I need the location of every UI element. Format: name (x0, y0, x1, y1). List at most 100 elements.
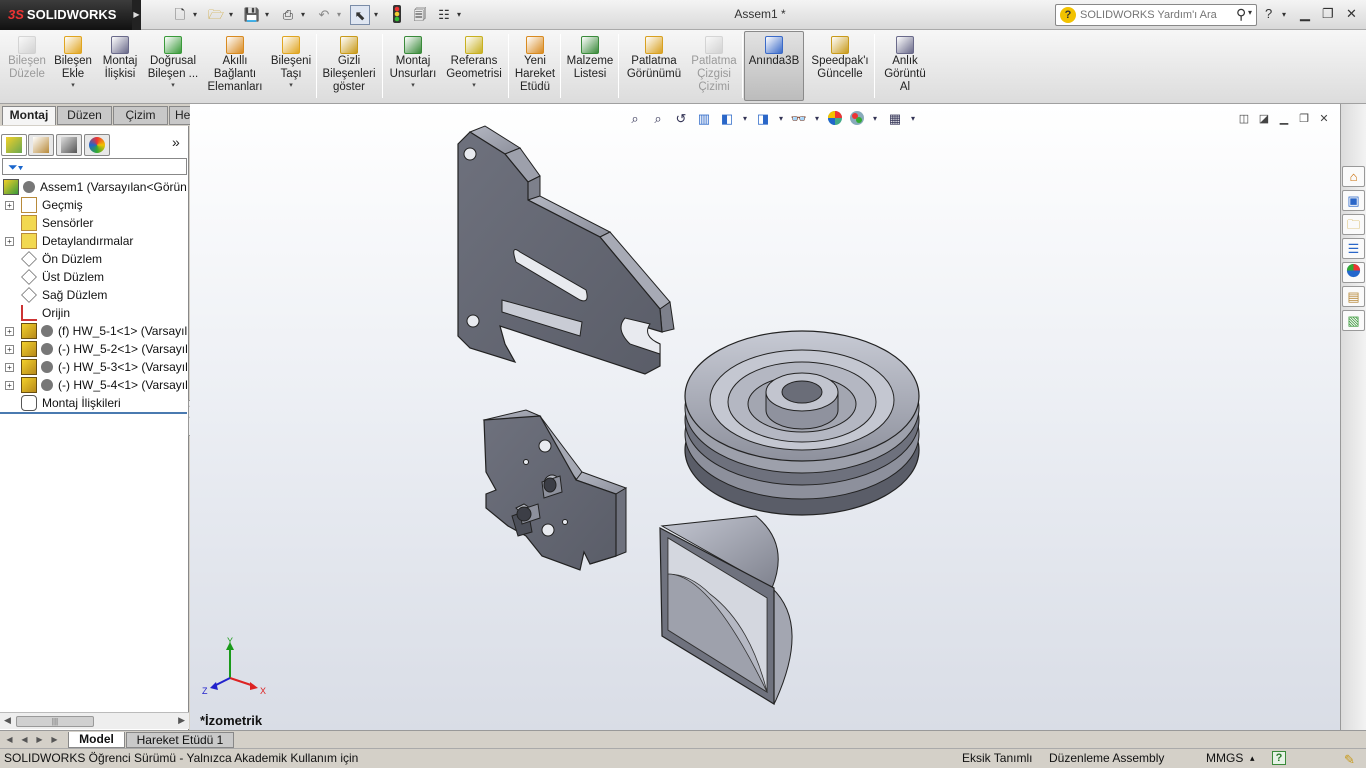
ribbon-button-1[interactable]: Bileşen Ekle ▾ (52, 32, 94, 102)
minimize-icon[interactable]: ▁ (1300, 6, 1310, 22)
menu-flyout-arrow-icon[interactable]: ▶ (132, 0, 141, 30)
close-icon[interactable]: ✕ (1346, 6, 1357, 22)
expand-toggle-icon[interactable]: + (5, 345, 14, 354)
quick-tips-help-icon[interactable]: ? (1272, 751, 1286, 765)
ribbon-button-1-dropdown-icon[interactable]: ▾ (52, 81, 94, 91)
part-hw5-2-pulley[interactable] (684, 330, 920, 516)
ribbon-button-6[interactable]: Gizli Bileşenleri göster (318, 32, 380, 102)
search-dropdown-icon[interactable]: ▾ (1248, 8, 1252, 17)
tab-motion-study-1[interactable]: Hareket Etüdü 1 (126, 732, 234, 748)
select-pointer-icon[interactable]: ⬉ (350, 5, 370, 25)
help-search-input[interactable] (1080, 7, 1230, 23)
ribbon-button-10[interactable]: Malzeme Listesi (562, 32, 618, 102)
feature-tree-tab[interactable] (1, 134, 27, 156)
solidworks-logo[interactable]: 3S SOLIDWORKS (0, 0, 132, 30)
tab-first-icon[interactable]: ◀ (3, 733, 16, 746)
tab-duzen[interactable]: Düzen (57, 106, 112, 125)
tree-rollback-bar[interactable] (0, 412, 187, 414)
expand-toggle-icon[interactable]: + (5, 237, 14, 246)
save-dropdown-icon[interactable]: ▾ (262, 5, 272, 25)
expand-toggle-icon[interactable]: + (5, 201, 14, 210)
tree-item[interactable]: Sağ Düzlem (0, 286, 187, 304)
open-dropdown-icon[interactable]: ▾ (226, 5, 236, 25)
open-folder-icon[interactable]: 🗁 (206, 5, 226, 25)
expand-panel-icon[interactable]: » (172, 134, 180, 150)
tree-item[interactable]: Ön Düzlem (0, 250, 187, 268)
graphics-area[interactable]: ⌕ ⌕ ↺ ▥ ◧ ▾ ◨ ▾ 👓 ▾ ▾ ▦ ▾ ◫ ◪ ▁ ❐ ✕ Y X … (190, 104, 1340, 730)
tree-item[interactable]: Orijin (0, 304, 187, 322)
design-library-icon[interactable]: ▣ (1342, 190, 1365, 211)
undo-dropdown-icon[interactable]: ▾ (334, 5, 344, 25)
tree-root-assembly[interactable]: Assem1 (Varsayılan<Görünt (0, 178, 187, 196)
ribbon-button-0[interactable]: Bileşen Düzele (4, 32, 50, 102)
tree-item[interactable]: + (-) HW_5-4<1> (Varsayıl (0, 376, 187, 394)
tab-last-icon[interactable]: ▶ (48, 733, 61, 746)
scroll-right-icon[interactable]: ▶ (178, 715, 185, 726)
tree-item[interactable]: + (f) HW_5-1<1> (Varsayıla (0, 322, 187, 340)
tab-next-icon[interactable]: ▶ (33, 733, 46, 746)
ribbon-button-15[interactable]: Anlık Görüntü Al (876, 32, 934, 102)
ribbon-button-3-dropdown-icon[interactable]: ▾ (146, 81, 200, 91)
ribbon-button-8[interactable]: Referans Geometrisi ▾ (442, 32, 506, 102)
select-dropdown-icon[interactable]: ▾ (371, 5, 381, 25)
help-search-box[interactable]: ? ⚲ ▾ (1055, 4, 1257, 26)
part-hw5-4-transition-duct[interactable] (659, 515, 793, 706)
help-menu-icon[interactable]: ? (1265, 6, 1272, 21)
expand-toggle-icon[interactable]: + (5, 363, 14, 372)
appearances-scenes-icon[interactable] (1342, 262, 1365, 283)
configuration-manager-tab[interactable] (56, 134, 82, 156)
display-manager-tab[interactable] (84, 134, 110, 156)
options-icon[interactable]: ☷ (434, 5, 454, 25)
status-units[interactable]: MMGS (1206, 749, 1243, 768)
print-dropdown-icon[interactable]: ▾ (298, 5, 308, 25)
tree-item[interactable]: + (-) HW_5-3<1> (Varsayıl (0, 358, 187, 376)
solidworks-forum-icon[interactable]: ▧ (1342, 310, 1365, 331)
tab-model[interactable]: Model (68, 732, 125, 748)
model-canvas[interactable] (190, 104, 1340, 730)
tree-filter-box[interactable]: ⏷▾ (2, 158, 187, 175)
tree-item[interactable]: + Geçmiş (0, 196, 187, 214)
ribbon-button-8-dropdown-icon[interactable]: ▾ (442, 81, 506, 91)
rebuild-notification-icon[interactable]: ✎ (1344, 750, 1355, 768)
help-dropdown-icon[interactable]: ▾ (1282, 10, 1286, 19)
save-icon[interactable]: 💾 (242, 5, 262, 25)
tree-item[interactable]: + (-) HW_5-2<1> (Varsayıl (0, 340, 187, 358)
rebuild-traffic-light-icon[interactable] (388, 5, 406, 25)
scroll-thumb[interactable]: ||| (16, 716, 94, 727)
undo-icon[interactable]: ↶ (314, 5, 334, 25)
ribbon-button-13[interactable]: Anında3B (744, 31, 804, 101)
ribbon-button-7-dropdown-icon[interactable]: ▾ (386, 81, 440, 91)
tree-item[interactable]: Üst Düzlem (0, 268, 187, 286)
ribbon-button-3[interactable]: Doğrusal Bileşen ... ▾ (146, 32, 200, 102)
ribbon-button-5-dropdown-icon[interactable]: ▾ (268, 81, 314, 91)
scroll-left-icon[interactable]: ◀ (4, 715, 11, 726)
tab-cizim[interactable]: Çizim (113, 106, 168, 125)
ribbon-button-11[interactable]: Patlatma Görünümü (622, 32, 686, 102)
part-hw5-1-bracket[interactable] (457, 125, 675, 375)
tab-montaj[interactable]: Montaj (2, 106, 56, 125)
tree-item[interactable]: Sensörler (0, 214, 187, 232)
property-manager-tab[interactable] (28, 134, 54, 156)
file-explorer-icon[interactable]: 🗀 (1342, 214, 1365, 235)
options-dropdown-icon[interactable]: ▾ (454, 5, 464, 25)
ribbon-button-5[interactable]: Bileşeni Taşı ▾ (268, 32, 314, 102)
ribbon-button-4[interactable]: Akıllı Bağlantı Elemanları (204, 32, 266, 102)
view-palette-icon[interactable]: ☰ (1342, 238, 1365, 259)
ribbon-button-7[interactable]: Montaj Unsurları ▾ (386, 32, 440, 102)
units-dropdown-icon[interactable]: ▴ (1250, 749, 1255, 768)
expand-toggle-icon[interactable]: + (5, 327, 14, 336)
solidworks-resources-home-icon[interactable]: ⌂ (1342, 166, 1365, 187)
print-icon[interactable]: ⎙ (278, 5, 298, 25)
ribbon-button-2[interactable]: Montaj İlişkisi (98, 32, 142, 102)
ribbon-button-9[interactable]: Yeni Hareket Etüdü (510, 32, 560, 102)
new-dropdown-icon[interactable]: ▾ (190, 5, 200, 25)
expand-toggle-icon[interactable]: + (5, 381, 14, 390)
tree-item[interactable]: Montaj İlişkileri (0, 394, 187, 412)
restore-icon[interactable]: ❐ (1322, 6, 1334, 22)
part-hw5-3-flange-plate[interactable] (482, 409, 628, 571)
search-icon[interactable]: ⚲ (1236, 6, 1246, 23)
ribbon-button-12[interactable]: Patlatma Çizgisi Çizimi (686, 32, 742, 102)
new-document-icon[interactable]: 🗋 (170, 5, 190, 25)
tab-prev-icon[interactable]: ◀ (18, 733, 31, 746)
tree-item[interactable]: + Detaylandırmalar (0, 232, 187, 250)
